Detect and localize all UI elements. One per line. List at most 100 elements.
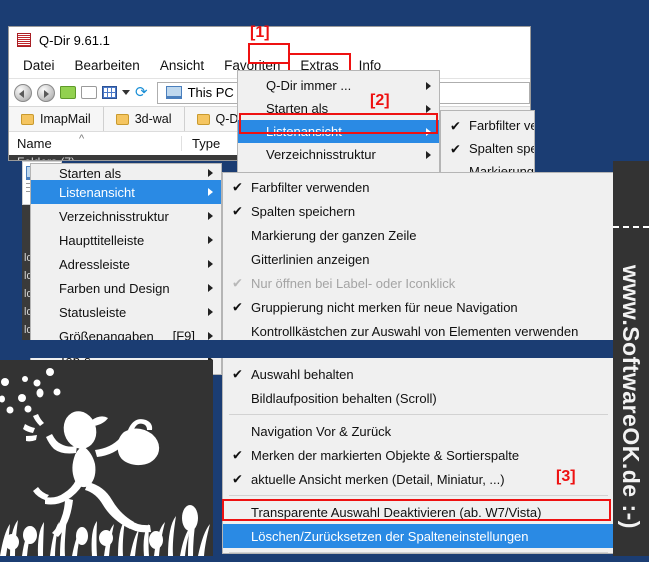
menu-item-label: Farbfilter verwenden xyxy=(251,179,370,195)
menu-item-label: Auswahl behalten xyxy=(251,366,354,382)
menu-item-verzeichnisstruktur[interactable]: Verzeichnisstruktur xyxy=(31,204,221,228)
menu-item-gruppierung-nicht-merken[interactable]: ✔ Gruppierung nicht merken für neue Navi… xyxy=(223,295,614,319)
menu-item-adressleiste[interactable]: Adressleiste xyxy=(31,252,221,276)
menu-item-label: Verzeichnisstruktur xyxy=(266,147,376,162)
menu-item-label: Listenansicht xyxy=(59,184,135,200)
menu-item-label: Navigation Vor & Zurück xyxy=(251,423,392,439)
menu-item-farbfilter[interactable]: ✔ Farbfilter verw xyxy=(441,114,534,137)
submenu-arrow-icon xyxy=(426,150,431,159)
forward-arrow-icon[interactable] xyxy=(37,83,55,102)
menu-item-spalten-speichern[interactable]: ✔ Spalten speic xyxy=(441,137,534,160)
tab-3d-wal[interactable]: 3d-wal xyxy=(103,107,185,131)
menu-separator xyxy=(229,414,608,415)
menu-item-label: Adressleiste xyxy=(59,256,130,272)
column-header-name[interactable]: Name ^ xyxy=(9,133,181,151)
screenshot-root: lde lde lde lde lde Q-Dir 9.61.1 Datei B… xyxy=(0,0,649,562)
menu-datei[interactable]: Datei xyxy=(13,55,65,76)
check-icon: ✔ xyxy=(232,203,243,219)
menu-item-starten-als[interactable]: Starten als xyxy=(238,97,439,120)
menu-item-label: Merken der markierten Objekte & Sortiers… xyxy=(251,447,520,463)
running-figure-svg xyxy=(0,360,213,556)
submenu-arrow-icon xyxy=(208,212,213,220)
menu-bearbeiten[interactable]: Bearbeiten xyxy=(65,55,150,76)
menu-item-loeschen-zuruecksetzen-spalten[interactable]: Löschen/Zurücksetzen der Spalteneinstell… xyxy=(223,524,614,548)
menu-item-label: Farben und Design xyxy=(59,280,170,296)
desktop-band xyxy=(0,340,649,358)
submenu-arrow-icon xyxy=(208,260,213,268)
menu-item-label: Verzeichnisstruktur xyxy=(59,208,169,224)
marker-2: [2] xyxy=(370,92,390,109)
menu-item-listenansicht[interactable]: Listenansicht xyxy=(238,120,439,143)
menu-item-auswahl-behalten[interactable]: ✔ Auswahl behalten xyxy=(223,362,614,386)
tab-imapmail[interactable]: ImapMail xyxy=(9,107,104,131)
menu-item-label: Transparente Auswahl Deaktivieren (ab. W… xyxy=(251,504,542,520)
watermark-text: www.SoftwareOK.de :-) xyxy=(618,265,645,529)
folder-icon xyxy=(115,113,129,125)
folder-icon xyxy=(196,113,210,125)
menu-item-bildlaufposition[interactable]: Bildlaufposition behalten (Scroll) xyxy=(223,386,614,410)
menu-item-label: Listenansicht xyxy=(266,124,342,139)
menu-item-farben-und-design[interactable]: Farben und Design xyxy=(31,276,221,300)
check-icon: ✔ xyxy=(232,299,243,315)
menu-item-markierung-ganze-zeile[interactable]: Markierung der ganzen Zeile xyxy=(223,223,614,247)
menu-item-farbfilter-verwenden[interactable]: ✔ Farbfilter verwenden xyxy=(223,175,614,199)
address-value: This PC xyxy=(187,85,234,100)
listenansicht-submenu-lower: ✔ Auswahl behalten Bildlaufposition beha… xyxy=(222,358,615,554)
menu-item-haupttitelleiste[interactable]: Haupttitelleiste xyxy=(31,228,221,252)
menu-item-navigation-vor-zurueck[interactable]: Navigation Vor & Zurück xyxy=(223,419,614,443)
back-arrow-icon[interactable] xyxy=(14,83,32,102)
submenu-arrow-icon xyxy=(208,284,213,292)
check-icon: ✔ xyxy=(232,471,243,487)
menu-item-label: Starten als xyxy=(266,101,329,116)
menu-item-label: Haupttitelleiste xyxy=(59,232,145,248)
tab-label: ImapMail xyxy=(40,112,91,126)
menu-item-spalten-speichern[interactable]: ✔ Spalten speichern xyxy=(223,199,614,223)
window-title: Q-Dir 9.61.1 xyxy=(39,32,110,48)
sort-ascending-icon: ^ xyxy=(79,133,85,145)
submenu-arrow-icon xyxy=(208,308,213,316)
folder-icon xyxy=(21,113,34,125)
submenu-arrow-icon xyxy=(208,332,213,340)
menu-item-label: Spalten speic xyxy=(469,141,534,156)
menu-item-starten-als[interactable]: Starten als xyxy=(31,166,221,180)
menu-item-verzeichnisstruktur[interactable]: Verzeichnisstruktur xyxy=(238,143,439,166)
chevron-down-icon[interactable] xyxy=(122,90,130,95)
submenu-arrow-icon xyxy=(208,169,213,177)
listenansicht-submenu-upper: ✔ Farbfilter verwenden ✔ Spalten speiche… xyxy=(222,172,615,365)
menu-item-qdir-immer[interactable]: Q-Dir immer ... xyxy=(238,74,439,97)
check-icon: ✔ xyxy=(450,141,461,156)
menu-item-nur-oeffnen-label-icon: ✔ Nur öffnen bei Label- oder Iconklick xyxy=(223,271,614,295)
check-icon: ✔ xyxy=(232,179,243,195)
check-icon: ✔ xyxy=(232,275,243,291)
menu-item-listenansicht[interactable]: Listenansicht xyxy=(31,180,221,204)
marker-3: [3] xyxy=(556,468,576,485)
dashed-divider xyxy=(613,226,649,228)
menu-item-label: Bildlaufposition behalten (Scroll) xyxy=(251,390,437,406)
submenu-arrow-icon xyxy=(208,236,213,244)
menu-item-label: Nur öffnen bei Label- oder Iconklick xyxy=(251,275,456,291)
menu-item-label: Gruppierung nicht merken für neue Naviga… xyxy=(251,299,518,315)
menu-item-merken-markierte-objekte[interactable]: ✔ Merken der markierten Objekte & Sortie… xyxy=(223,443,614,467)
menu-item-label: Löschen/Zurücksetzen der Spalteneinstell… xyxy=(251,528,529,544)
menu-item-label: Starten als xyxy=(59,166,122,180)
check-icon: ✔ xyxy=(232,366,243,382)
menu-separator xyxy=(229,495,608,496)
column-label: Name xyxy=(17,136,52,151)
menu-separator xyxy=(229,552,608,553)
menu-ansicht[interactable]: Ansicht xyxy=(150,55,214,76)
column-label: Type xyxy=(192,136,221,151)
menu-item-label: Markierung der ganzen Zeile xyxy=(251,227,417,243)
submenu-arrow-icon xyxy=(208,188,213,196)
menu-item-gitterlinien-anzeigen[interactable]: Gitterlinien anzeigen xyxy=(223,247,614,271)
views-grid-icon[interactable] xyxy=(102,86,117,99)
menu-item-label: Spalten speichern xyxy=(251,203,356,219)
bottom-desktop-strip xyxy=(0,556,649,562)
menu-item-transparente-auswahl[interactable]: Transparente Auswahl Deaktivieren (ab. W… xyxy=(223,500,614,524)
open-folder-icon[interactable] xyxy=(81,86,97,99)
column-header-type[interactable]: Type xyxy=(181,136,220,151)
refresh-icon[interactable]: ⟳ xyxy=(135,85,148,100)
up-folder-icon[interactable] xyxy=(60,86,76,99)
menu-item-statusleiste[interactable]: Statusleiste xyxy=(31,300,221,324)
frog-doodle-illustration xyxy=(0,360,213,556)
tab-label: 3d-wal xyxy=(134,112,172,126)
